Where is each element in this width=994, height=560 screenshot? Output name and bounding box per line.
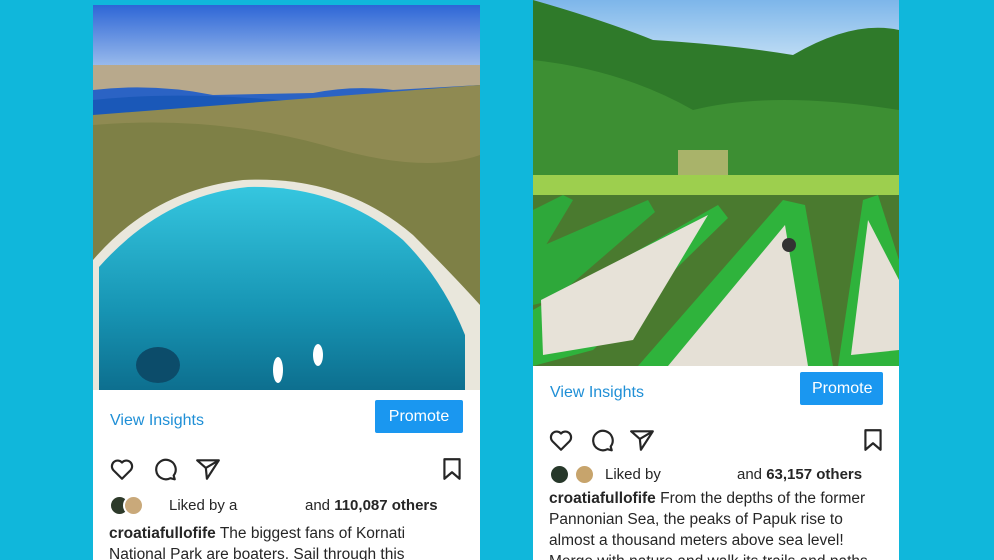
- insights-bar: View Insights Promote: [93, 400, 480, 444]
- bookmark-icon[interactable]: [439, 456, 465, 482]
- likes-row: Liked by and 63,157 others: [533, 464, 899, 486]
- comment-icon[interactable]: [152, 456, 178, 482]
- liker-avatars[interactable]: [109, 495, 155, 517]
- post-photo[interactable]: [93, 5, 480, 390]
- likes-count[interactable]: 110,087 others: [334, 497, 437, 514]
- share-icon[interactable]: [629, 427, 655, 453]
- avatar: [123, 495, 144, 516]
- likes-count[interactable]: 63,157 others: [766, 466, 862, 483]
- avatar: [574, 464, 595, 485]
- caption-username[interactable]: croatiafullofife: [109, 525, 216, 542]
- heart-icon[interactable]: [109, 456, 135, 482]
- heart-icon[interactable]: [548, 427, 574, 453]
- post-caption: croatiafullofife From the depths of the …: [549, 488, 889, 560]
- avatar: [549, 464, 570, 485]
- share-icon[interactable]: [195, 456, 221, 482]
- comment-icon[interactable]: [589, 427, 615, 453]
- post-caption: croatiafullofife The biggest fans of Kor…: [109, 523, 459, 560]
- view-insights-link[interactable]: View Insights: [550, 384, 644, 402]
- insights-bar: View Insights Promote: [533, 372, 899, 416]
- promote-button[interactable]: Promote: [800, 372, 883, 405]
- post-actions: [93, 456, 480, 484]
- view-insights-link[interactable]: View Insights: [110, 412, 204, 430]
- post-card-kornati: View Insights Promote Liked by a and 110…: [93, 5, 480, 560]
- liked-by-label: Liked by: [169, 497, 230, 514]
- post-photo[interactable]: [533, 0, 899, 366]
- likes-and-label: and: [737, 466, 767, 483]
- post-actions: [533, 427, 899, 455]
- post-card-papuk: View Insights Promote Liked by and 63,15…: [533, 0, 899, 560]
- likes-and-label: and: [305, 497, 335, 514]
- bookmark-icon[interactable]: [860, 427, 886, 453]
- liked-by-user[interactable]: a: [229, 497, 237, 514]
- caption-username[interactable]: croatiafullofife: [549, 490, 656, 507]
- canoes-lake-image: [533, 0, 899, 366]
- liked-by-label: Liked by: [605, 466, 661, 483]
- promote-button[interactable]: Promote: [375, 400, 463, 433]
- kornati-bay-image: [93, 5, 480, 390]
- likes-row: Liked by a and 110,087 others: [93, 495, 480, 517]
- liker-avatars[interactable]: [549, 464, 595, 486]
